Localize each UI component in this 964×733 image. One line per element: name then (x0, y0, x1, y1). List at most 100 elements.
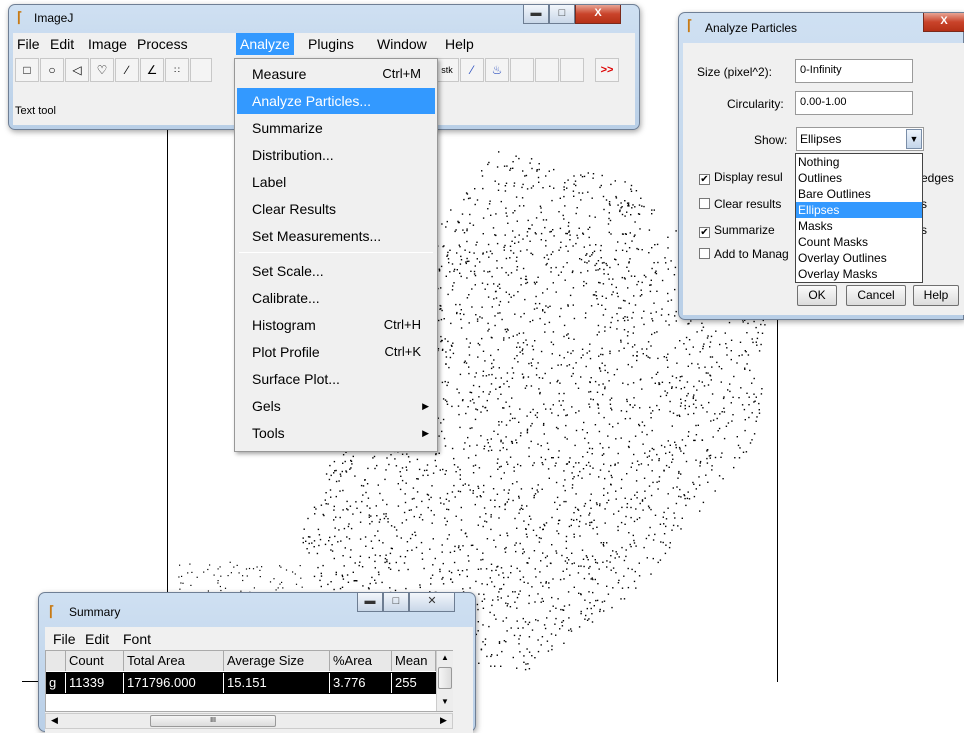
point-tool-icon[interactable]: ∷ (165, 58, 189, 82)
show-option-nothing[interactable]: Nothing (796, 154, 922, 170)
header-mean[interactable]: Mean (392, 651, 436, 671)
ok-button[interactable]: OK (797, 285, 837, 306)
rectangle-tool-icon[interactable]: □ (15, 58, 39, 82)
menu-item-gels[interactable]: Gels ▶ (237, 393, 435, 419)
clear-results-checkbox[interactable]: Clear results (699, 197, 781, 211)
more-tools-button[interactable]: >> (595, 58, 619, 82)
menu-item-label: Surface Plot... (252, 371, 340, 387)
header-percent-area[interactable]: %Area (330, 651, 392, 671)
imagej-title-bar[interactable]: ⌈ ImageJ ▬ □ X (9, 5, 639, 31)
header-stub (46, 651, 66, 671)
summary-maximize-button[interactable]: □ (383, 593, 409, 612)
menu-item-histogram[interactable]: Histogram Ctrl+H (237, 312, 435, 338)
show-option-masks[interactable]: Masks (796, 218, 922, 234)
horizontal-scrollbar[interactable]: ◀ III ▶ (45, 713, 453, 729)
line-tool-icon[interactable]: ∕ (115, 58, 139, 82)
minimize-button[interactable]: ▬ (523, 5, 549, 24)
help-button[interactable]: Help (913, 285, 959, 306)
show-option-bare-outlines[interactable]: Bare Outlines (796, 186, 922, 202)
summary-menu-edit[interactable]: Edit (85, 631, 109, 647)
stack-tool-icon[interactable]: stk (435, 58, 459, 82)
chevron-down-icon[interactable]: ▼ (906, 129, 922, 149)
show-option-overlay-masks[interactable]: Overlay Masks (796, 266, 922, 282)
dropper-tool-icon[interactable]: ♨ (485, 58, 509, 82)
menu-item-tools[interactable]: Tools ▶ (237, 420, 435, 446)
cell-average-size: 15.151 (224, 673, 330, 693)
status-bar-text: Text tool (15, 105, 56, 117)
menu-process[interactable]: Process (137, 36, 188, 52)
analyze-particles-dialog: ⌈ Analyze Particles X Size (pixel^2): 0-… (678, 12, 964, 320)
empty-slot-1 (510, 58, 534, 82)
show-option-count-masks[interactable]: Count Masks (796, 234, 922, 250)
summarize-checkbox[interactable]: ✔ Summarize (699, 223, 775, 238)
analyze-menu: Measure Ctrl+M Analyze Particles... Summari… (234, 58, 438, 452)
menu-item-label: Set Measurements... (252, 228, 382, 244)
menu-item-measure[interactable]: Measure Ctrl+M (237, 61, 435, 87)
empty-slot-3 (560, 58, 584, 82)
menu-window[interactable]: Window (377, 36, 427, 52)
menu-edit[interactable]: Edit (50, 36, 74, 52)
add-to-manager-checkbox[interactable]: Add to Manag (699, 247, 789, 261)
menu-item-summarize[interactable]: Summarize (237, 115, 435, 141)
header-count[interactable]: Count (66, 651, 124, 671)
show-option-outlines[interactable]: Outlines (796, 170, 922, 186)
menu-item-set-scale[interactable]: Set Scale... (237, 258, 435, 284)
menu-file[interactable]: File (17, 36, 40, 52)
empty-slot-2 (535, 58, 559, 82)
display-results-checkbox[interactable]: ✔ Display resul (699, 170, 783, 185)
table-row[interactable]: g 11339 171796.000 15.151 3.776 255 (46, 672, 436, 694)
maximize-button[interactable]: □ (549, 5, 575, 24)
summary-close-button[interactable]: ✕ (409, 593, 455, 612)
add-to-manager-label: Add to Manag (714, 247, 789, 261)
submenu-arrow-icon: ▶ (422, 428, 429, 438)
size-field[interactable]: 0-Infinity (795, 59, 913, 83)
dialog-close-button[interactable]: X (923, 13, 964, 32)
dialog-title-bar[interactable]: ⌈ Analyze Particles X (679, 13, 964, 39)
menu-item-label[interactable]: Label (237, 169, 435, 195)
menu-analyze[interactable]: Analyze (236, 33, 294, 55)
brush-tool-icon[interactable]: ⁄ (460, 58, 484, 82)
menu-plugins[interactable]: Plugins (308, 36, 354, 52)
imagej-app-icon: ⌈ (17, 9, 23, 25)
menu-item-label: Gels (252, 398, 281, 414)
vertical-scrollbar[interactable]: ▲ ▼ (436, 651, 453, 711)
menu-item-surface-plot[interactable]: Surface Plot... (237, 366, 435, 392)
show-select[interactable]: Ellipses ▼ (796, 127, 924, 151)
header-average-size[interactable]: Average Size (224, 651, 330, 671)
menu-item-clear-results[interactable]: Clear Results (237, 196, 435, 222)
menu-item-set-measurements[interactable]: Set Measurements... (237, 223, 435, 249)
summary-minimize-button[interactable]: ▬ (357, 593, 383, 612)
menu-image[interactable]: Image (88, 36, 127, 52)
circularity-field[interactable]: 0.00-1.00 (795, 91, 913, 115)
cell-percent-area: 3.776 (330, 673, 392, 693)
freehand-tool-icon[interactable]: ♡ (90, 58, 114, 82)
scroll-down-icon[interactable]: ▼ (441, 697, 449, 706)
polygon-tool-icon[interactable]: ◁ (65, 58, 89, 82)
dialog-title: Analyze Particles (705, 21, 798, 35)
horizontal-scroll-thumb[interactable]: III (150, 715, 276, 727)
menu-help[interactable]: Help (445, 36, 474, 52)
summary-table: Count Total Area Average Size %Area Mean… (45, 650, 453, 712)
menu-item-distribution[interactable]: Distribution... (237, 142, 435, 168)
close-button[interactable]: X (575, 5, 621, 24)
menu-item-analyze-particles[interactable]: Analyze Particles... (237, 88, 435, 114)
show-option-overlay-outlines[interactable]: Overlay Outlines (796, 250, 922, 266)
summary-title-bar[interactable]: ⌈ Summary ▬ □ ✕ (39, 593, 475, 619)
cancel-button[interactable]: Cancel (846, 285, 906, 306)
summary-menu-font[interactable]: Font (123, 631, 151, 647)
scroll-up-icon[interactable]: ▲ (441, 653, 449, 662)
show-select-value: Ellipses (800, 132, 842, 146)
summary-menu-file[interactable]: File (53, 631, 76, 647)
circularity-label: Circularity: (727, 97, 784, 111)
menu-item-calibrate[interactable]: Calibrate... (237, 285, 435, 311)
angle-tool-icon[interactable]: ∠ (140, 58, 164, 82)
vertical-scroll-thumb[interactable] (438, 667, 452, 689)
menu-item-plot-profile[interactable]: Plot Profile Ctrl+K (237, 339, 435, 365)
oval-tool-icon[interactable]: ○ (40, 58, 64, 82)
submenu-arrow-icon: ▶ (422, 401, 429, 411)
menu-item-label: Measure (252, 66, 307, 82)
summary-client: File Edit Font Count Total Area Average … (45, 627, 473, 733)
header-total-area[interactable]: Total Area (124, 651, 224, 671)
wand-tool-icon[interactable] (190, 58, 212, 82)
show-option-ellipses[interactable]: Ellipses (796, 202, 922, 218)
